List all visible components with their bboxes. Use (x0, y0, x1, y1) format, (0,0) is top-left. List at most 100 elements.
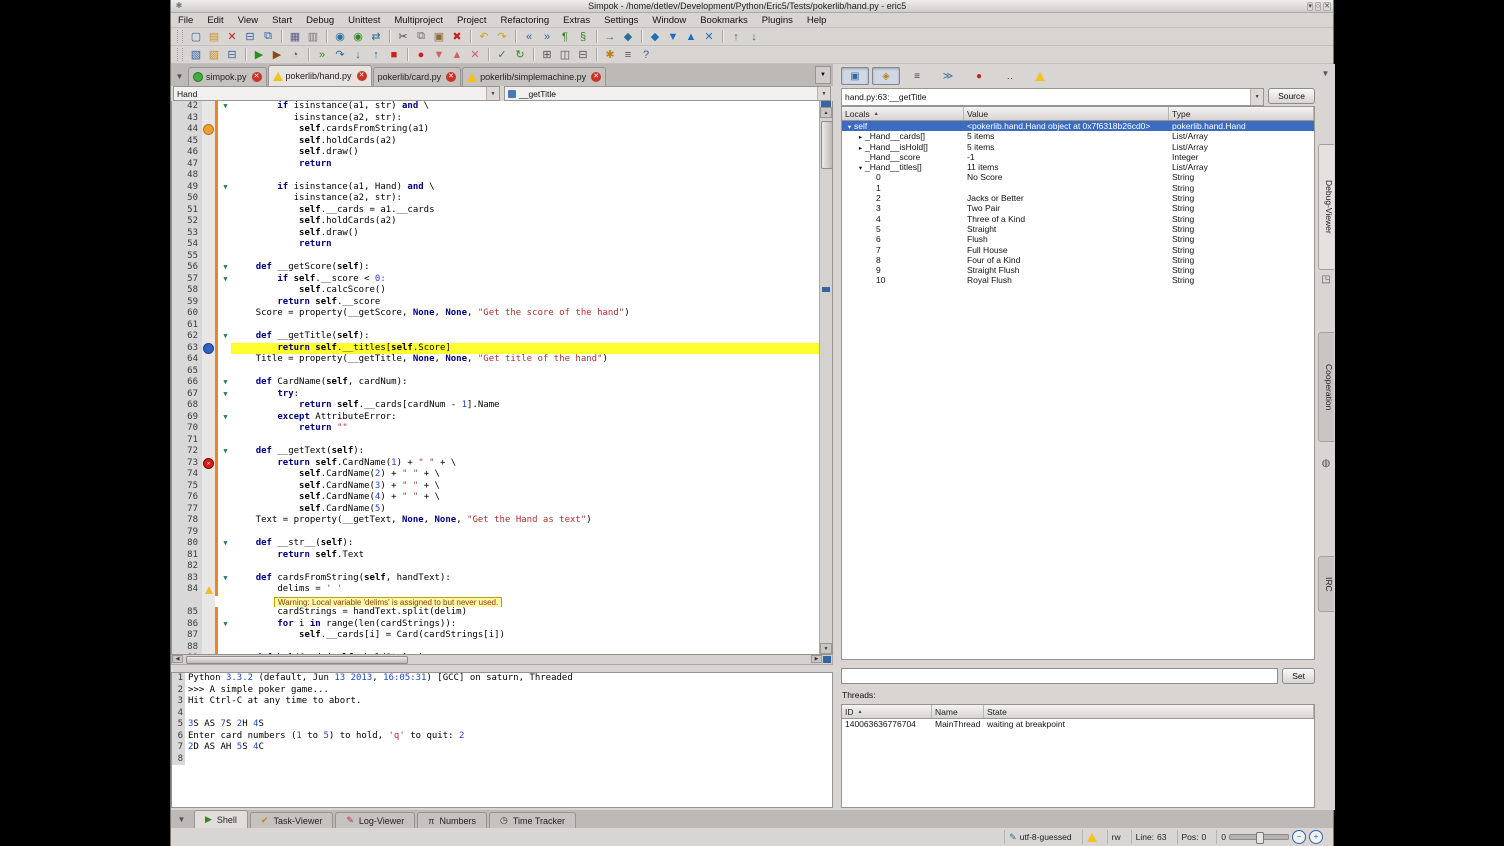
code-text[interactable] (231, 435, 819, 447)
menu-view[interactable]: View (231, 13, 265, 27)
shell-text[interactable]: Hit Ctrl-C at any time to abort. (185, 696, 832, 708)
marker-margin[interactable] (202, 262, 215, 274)
line-number[interactable]: 67 (172, 389, 202, 401)
fold-margin[interactable] (220, 136, 231, 148)
line-number[interactable]: 53 (172, 228, 202, 240)
locals-row[interactable]: _Hand__score-1Integer (842, 152, 1314, 162)
code-text[interactable]: self.calcScore() (231, 285, 819, 297)
fold-margin[interactable]: ▼ (220, 262, 231, 274)
line-number[interactable]: 54 (172, 239, 202, 251)
paste-icon[interactable]: ▣ (431, 29, 447, 45)
marker-margin[interactable] (202, 377, 215, 389)
editor-shell-splitter[interactable] (171, 665, 833, 672)
code-text[interactable]: if self.__score < 0: (231, 274, 819, 286)
code-text[interactable]: Score = property(__getScore, None, None,… (231, 308, 819, 320)
fold-margin[interactable]: ▼ (220, 538, 231, 550)
line-number[interactable]: 58 (172, 285, 202, 297)
editor-tab-pokerlib-simplemachine-py[interactable]: pokerlib/simplemachine.py✕ (462, 67, 606, 86)
undo-icon[interactable]: ↶ (476, 29, 492, 45)
line-number[interactable]: 82 (172, 561, 202, 573)
search-next-icon[interactable]: ◉ (350, 29, 366, 45)
line-number[interactable]: 79 (172, 527, 202, 539)
side-tab-irc[interactable]: IRC (1318, 556, 1334, 612)
line-number[interactable]: 68 (172, 400, 202, 412)
expand-icon[interactable]: ▸ (856, 144, 865, 152)
zoom-slider-knob[interactable] (1256, 832, 1264, 844)
line-number[interactable]: 56 (172, 262, 202, 274)
code-text[interactable]: self.draw() (231, 228, 819, 240)
menu-edit[interactable]: Edit (200, 13, 230, 27)
locals-row[interactable]: 6FlushString (842, 234, 1314, 244)
configure-toolbars-icon[interactable]: ≡ (620, 47, 636, 63)
line-number[interactable]: 51 (172, 205, 202, 217)
line-number[interactable]: 85 (172, 607, 202, 619)
fold-margin[interactable] (220, 481, 231, 493)
marker-margin[interactable] (202, 573, 215, 585)
marker-margin[interactable] (202, 205, 215, 217)
fold-margin[interactable] (220, 124, 231, 136)
fold-margin[interactable] (220, 423, 231, 435)
menu-project[interactable]: Project (450, 13, 494, 27)
menu-extras[interactable]: Extras (556, 13, 597, 27)
fold-margin[interactable]: ▼ (220, 331, 231, 343)
marker-margin[interactable] (202, 446, 215, 458)
save-icon[interactable]: ⊟ (242, 29, 258, 45)
close-icon[interactable]: ✕ (252, 72, 262, 82)
filter-icon[interactable]: ▼ (1319, 67, 1332, 80)
line-number[interactable]: 66 (172, 377, 202, 389)
new-icon[interactable]: ▢ (188, 29, 204, 45)
fold-margin[interactable] (220, 630, 231, 642)
marker-margin[interactable] (202, 343, 215, 355)
fold-margin[interactable]: ▼ (220, 446, 231, 458)
breakpoints-view-button[interactable]: ● (965, 67, 993, 85)
code-text[interactable]: isinstance(a2, str): (231, 193, 819, 205)
expand-icon[interactable]: ▾ (845, 123, 854, 131)
marker-margin[interactable] (202, 159, 215, 171)
menu-debug[interactable]: Debug (299, 13, 341, 27)
fold-margin[interactable] (220, 159, 231, 171)
line-number[interactable]: 45 (172, 136, 202, 148)
fold-margin[interactable] (220, 170, 231, 182)
help-icon[interactable]: ? (638, 47, 654, 63)
line-number[interactable]: 65 (172, 366, 202, 378)
marker-margin[interactable] (202, 320, 215, 332)
search-icon[interactable]: ◉ (332, 29, 348, 45)
watchpoints-view-button[interactable]: ‥ (996, 67, 1024, 85)
marker-margin[interactable] (202, 297, 215, 309)
line-number[interactable]: 59 (172, 297, 202, 309)
editor-tab-simpok-py[interactable]: simpok.py✕ (188, 67, 267, 86)
code-text[interactable] (231, 320, 819, 332)
marker-margin[interactable] (202, 124, 215, 136)
line-number[interactable]: 47 (172, 159, 202, 171)
bookmark-toggle-icon[interactable]: ◆ (647, 29, 663, 45)
resize-corner[interactable] (823, 656, 831, 663)
code-editor[interactable]: 42▼ if isinstance(a1, str) and \43 isins… (171, 101, 833, 655)
bookmark-prev-icon[interactable]: ▲ (683, 29, 699, 45)
fold-margin[interactable] (220, 458, 231, 470)
fold-margin[interactable] (220, 113, 231, 125)
zoom-slider[interactable] (1229, 834, 1289, 840)
locals-row[interactable]: ▾_Hand__titles[]11 itemsList/Array (842, 162, 1314, 172)
locals-row[interactable]: ▾self<pokerlib.hand.Hand object at 0x7f6… (842, 121, 1314, 131)
write-permission-indicator[interactable]: rw (1107, 830, 1125, 844)
step-into-icon[interactable]: ↓ (350, 47, 366, 63)
threads-header-state[interactable]: State (984, 705, 1314, 718)
stop-debug-icon[interactable]: ■ (386, 47, 402, 63)
exceptions-view-button[interactable] (1027, 67, 1055, 85)
marker-margin[interactable] (202, 101, 215, 113)
code-text[interactable]: def CardName(self, cardNum): (231, 377, 819, 389)
locals-table-header[interactable]: Locals▴ValueType (842, 107, 1314, 121)
print-preview-icon[interactable]: ▥ (305, 29, 321, 45)
editor-tab-pokerlib-hand-py[interactable]: pokerlib/hand.py✕ (268, 65, 372, 86)
line-number[interactable]: 52 (172, 216, 202, 228)
threads-header-name[interactable]: Name (932, 705, 984, 718)
locals-view-button[interactable]: ◈ (872, 67, 900, 85)
line-number[interactable]: 75 (172, 481, 202, 493)
shell-text[interactable] (185, 754, 832, 766)
menu-refactoring[interactable]: Refactoring (494, 13, 557, 27)
fold-margin[interactable] (220, 642, 231, 654)
marker-margin[interactable] (202, 607, 215, 619)
marker-margin[interactable] (202, 504, 215, 516)
code-text[interactable]: self.CardName(3) + " " + \ (231, 481, 819, 493)
code-text[interactable]: def holdCards(self, holdString): (231, 653, 819, 654)
